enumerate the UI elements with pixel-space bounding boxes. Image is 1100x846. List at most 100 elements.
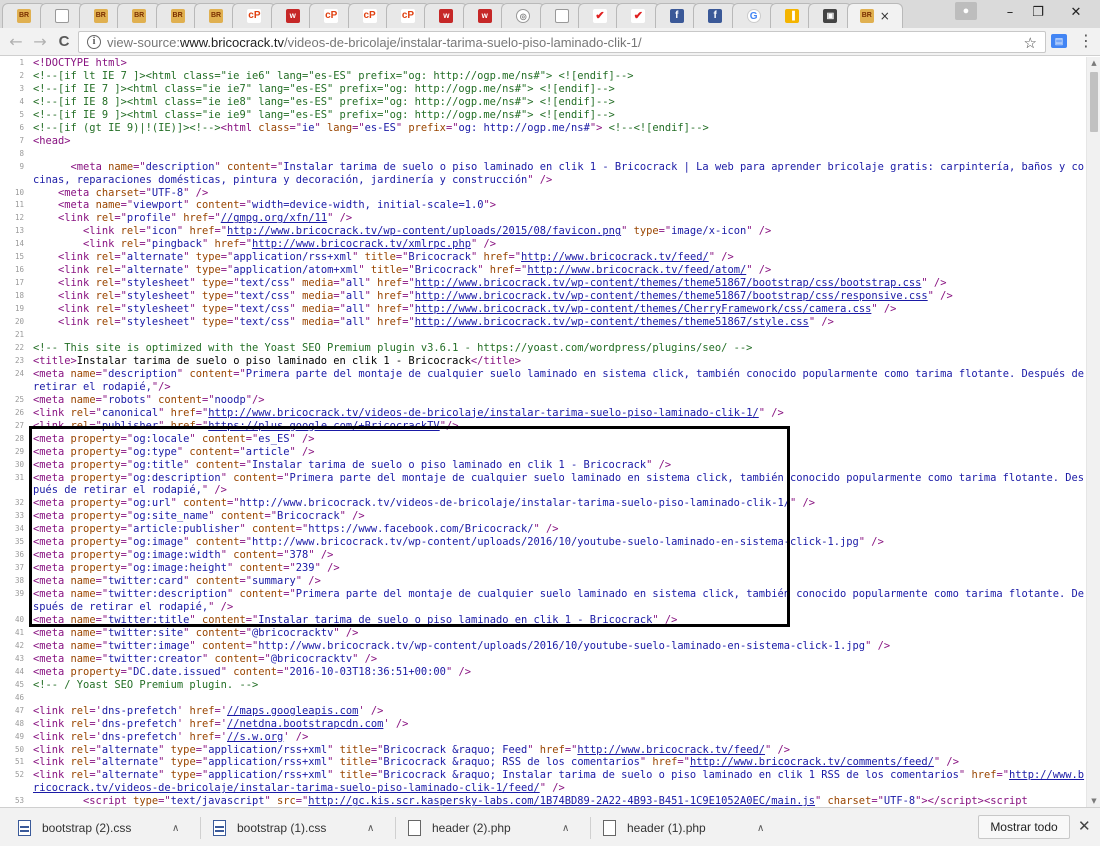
download-item[interactable]: header (1).php [603,816,706,840]
line-number: 27 [14,420,24,430]
browser-tab[interactable]: cP [232,3,277,28]
browser-tab[interactable]: w [424,3,469,28]
info-icon[interactable]: i [87,35,101,49]
source-link[interactable]: http://www.bricocrack.tv/wp-content/uplo… [227,225,621,237]
show-all-button[interactable]: Mostrar todo [978,815,1070,839]
facebook-favicon: f [669,9,684,23]
chevron-up-icon[interactable]: ∧ [367,816,374,840]
browser-tab[interactable]: w [270,3,315,28]
source-link[interactable]: https://plus.google.com/+BricocrackTV [208,420,439,432]
browser-tab[interactable]: f [693,3,738,28]
chevron-up-icon[interactable]: ∧ [757,816,764,840]
source-line: 10 <meta charset="UTF-8" /> [0,187,1086,200]
browser-tab[interactable]: cP [347,3,392,28]
source-code: <meta name="robots" content="noodp"/> [33,393,265,406]
browser-tab[interactable]: ▐ [770,3,814,28]
download-item[interactable]: bootstrap (2).css [18,816,131,840]
extension-icon[interactable]: ▤ [1051,34,1067,48]
source-link[interactable]: http://www.bricocrack.tv/feed/atom/ [527,264,746,276]
browser-tab[interactable]: cP [309,3,354,28]
chevron-up-icon[interactable]: ∧ [562,816,569,840]
source-link[interactable]: http://gc.kis.scr.kaspersky-labs.com/1B7… [308,795,815,807]
browser-tab[interactable]: BR [78,3,123,28]
close-shelf-icon[interactable]: ✕ [1078,817,1091,835]
scroll-thumb[interactable] [1090,72,1098,132]
download-filename: header (2).php [432,821,511,835]
source-code: <!-- This site is optimized with the Yoa… [33,341,753,354]
browser-tab[interactable]: BR [2,3,46,28]
bookmark-star-icon[interactable]: ☆ [1024,34,1037,52]
line-number: 24 [14,368,24,378]
source-code: <link rel="alternate" type="application/… [33,769,1085,795]
line-number: 46 [14,692,24,702]
line-number: 36 [14,550,24,560]
source-link[interactable]: http://www.bricocrack.tv/comments/feed/ [690,756,934,768]
browser-tab[interactable]: G [731,3,776,28]
chevron-up-icon[interactable]: ∧ [172,816,179,840]
reload-button[interactable]: C [54,32,74,52]
profile-icon[interactable]: ● [955,2,977,20]
line-number: 21 [14,330,24,340]
source-link[interactable]: http://www.bricocrack.tv/videos-de-brico… [208,407,759,419]
download-item[interactable]: header (2).php [408,816,511,840]
browser-tab[interactable] [40,3,85,28]
browser-tab[interactable]: ▣ [808,3,853,28]
bricocrack-favicon: BR [93,9,108,23]
browser-tab[interactable]: ✔ [616,3,661,28]
source-code: <link rel='dns-prefetch' href='//s.w.org… [33,730,309,743]
source-line: 17 <link rel="stylesheet" type="text/css… [0,277,1086,290]
browser-tab[interactable]: ◎ [501,3,546,28]
source-line: 2 <!--[if lt IE 7 ]><html class="ie ie6" … [0,70,1086,83]
forward-button[interactable]: → [30,32,50,52]
browser-tab[interactable]: f [654,3,699,28]
source-code: <link rel='dns-prefetch' href='//maps.go… [33,704,384,717]
source-code: <!DOCTYPE html> [33,57,127,69]
source-link[interactable]: http://www.bricocrack.tv/feed/ [521,251,709,263]
address-bar[interactable]: i view-source: www.bricocrack.tv/videos-d… [78,31,1046,53]
source-code: <link rel="profile" href="//gmpg.org/xfn… [58,212,353,225]
line-number: 29 [14,446,24,456]
source-link[interactable]: //s.w.org [227,731,283,743]
scroll-up-icon[interactable]: ▲ [1087,57,1100,69]
source-line: 12 <link rel="profile" href="//gmpg.org/… [0,212,1086,225]
download-shelf: bootstrap (2).css ∧ bootstrap (1).css ∧ … [0,807,1100,846]
line-number: 52 [14,770,24,780]
line-number: 13 [14,226,24,236]
source-code: <meta name="twitter:image" content="http… [33,639,891,652]
browser-tab[interactable]: BR × [846,3,903,28]
source-link[interactable]: //gmpg.org/xfn/11 [221,212,327,224]
vertical-scrollbar[interactable]: ▲ ▼ [1086,57,1100,807]
browser-tab[interactable]: BR [155,3,200,28]
divider [590,817,591,839]
download-item[interactable]: bootstrap (1).css [213,816,326,840]
cp-favicon: cP [401,9,415,23]
source-code: <link rel="alternate" type="application/… [33,756,959,769]
browser-tab[interactable]: BR [117,3,162,28]
source-link[interactable]: //netdna.bootstrapcdn.com [227,718,383,730]
source-link[interactable]: http://www.bricocrack.tv/wp-content/them… [415,303,872,315]
source-code: <meta name="twitter:creator" content="@b… [33,652,378,665]
browser-tab[interactable]: w [462,3,507,28]
scroll-down-icon[interactable]: ▼ [1087,795,1100,807]
source-link[interactable]: //maps.googleapis.com [227,705,358,717]
bricocrack-favicon: BR [132,9,147,23]
browser-tab[interactable]: cP [386,3,430,28]
source-link[interactable]: http://www.bricocrack.tv/xmlrpc.php [252,238,471,250]
line-number: 3 [19,83,24,93]
back-button[interactable]: ← [6,32,26,52]
menu-icon[interactable]: ⋮ [1078,32,1094,50]
close-window-button[interactable]: ✕ [1054,0,1098,24]
source-link[interactable]: http://www.bricocrack.tv/feed/ [577,744,765,756]
browser-tab[interactable]: ✔ [578,3,622,28]
source-line: 29 <meta property="og:type" content="arti… [0,446,1086,459]
browser-tab[interactable] [539,3,584,28]
source-link[interactable]: http://www.bricocrack.tv/wp-content/them… [415,290,928,302]
line-number: 23 [14,355,24,365]
tab-close-icon[interactable]: × [880,9,890,23]
css-file-icon [18,820,31,836]
line-number: 4 [19,96,24,106]
browser-tab[interactable]: BR [194,3,238,28]
source-link[interactable]: http://www.bricocrack.tv/wp-content/them… [415,277,922,289]
source-link[interactable]: http://www.bricocrack.tv/wp-content/them… [415,316,809,328]
source-code: <meta property="og:image:height" content… [33,562,340,575]
